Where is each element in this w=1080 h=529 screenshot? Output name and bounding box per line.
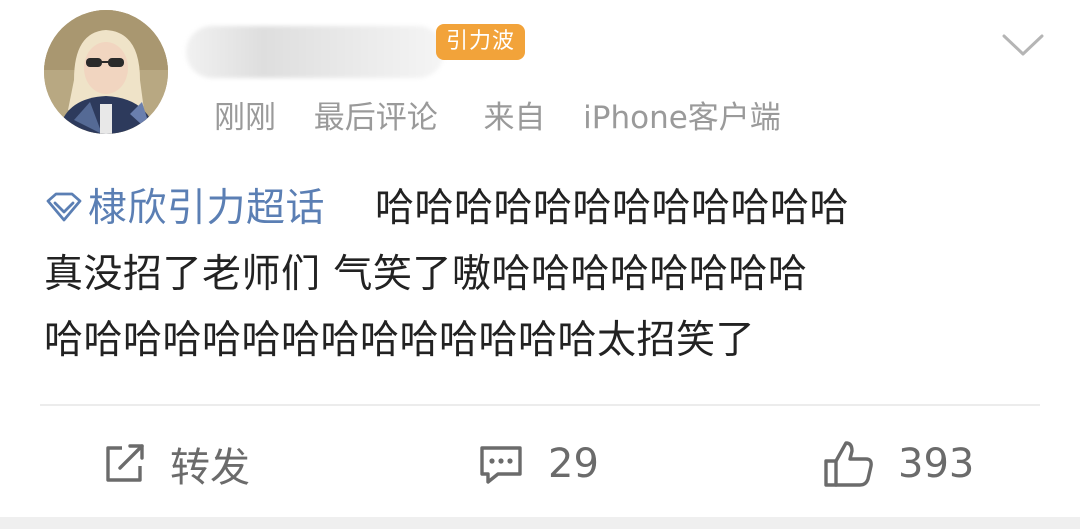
post-content: 棣欣引力超话 哈哈哈哈哈哈哈哈哈哈哈哈 真没招了老师们 气笑了嗷哈哈哈哈哈哈哈哈 …	[44, 176, 1044, 374]
post-text-line-1: 哈哈哈哈哈哈哈哈哈哈哈哈	[375, 186, 850, 231]
comment-icon	[480, 446, 522, 484]
super-topic-link[interactable]: 棣欣引力超话	[88, 186, 325, 231]
post-time: 刚刚	[214, 100, 276, 136]
weibo-post: 引力波 刚刚 最后评论 来自 iPhone客户端 棣欣引力超话哈哈哈哈哈哈哈哈哈…	[0, 0, 1080, 529]
content-line-1: 棣欣引力超话 哈哈哈哈哈哈哈哈哈哈哈哈	[44, 176, 1044, 242]
like-count: 393	[898, 441, 975, 487]
post-text-line-3: 哈哈哈哈哈哈哈哈哈哈哈哈哈哈太招笑了	[44, 318, 756, 363]
avatar[interactable]	[44, 10, 168, 134]
divider	[40, 404, 1040, 406]
thumbs-up-icon	[824, 441, 873, 487]
fan-badge[interactable]: 引力波	[436, 24, 526, 60]
post-meta: 刚刚 最后评论 来自 iPhone客户端	[214, 96, 781, 140]
repost-icon	[106, 444, 144, 482]
repost-label: 转发	[170, 445, 250, 491]
last-comment-label: 最后评论	[313, 100, 438, 136]
comment-button[interactable]: 29	[476, 436, 599, 492]
chevron-down-icon[interactable]	[998, 26, 1048, 62]
section-separator	[0, 517, 1080, 529]
source-prefix: 来自	[483, 100, 546, 136]
like-button[interactable]: 393	[822, 436, 974, 492]
post-text-line-2: 真没招了老师们 气笑了嗷哈哈哈哈哈哈哈哈	[44, 252, 808, 297]
post-source: iPhone客户端	[583, 100, 781, 136]
super-topic-diamond-icon[interactable]	[44, 178, 84, 222]
repost-button[interactable]: 转发	[100, 436, 250, 492]
username-blurred[interactable]	[186, 26, 444, 78]
avatar-image	[44, 10, 168, 134]
comment-count: 29	[548, 441, 599, 487]
